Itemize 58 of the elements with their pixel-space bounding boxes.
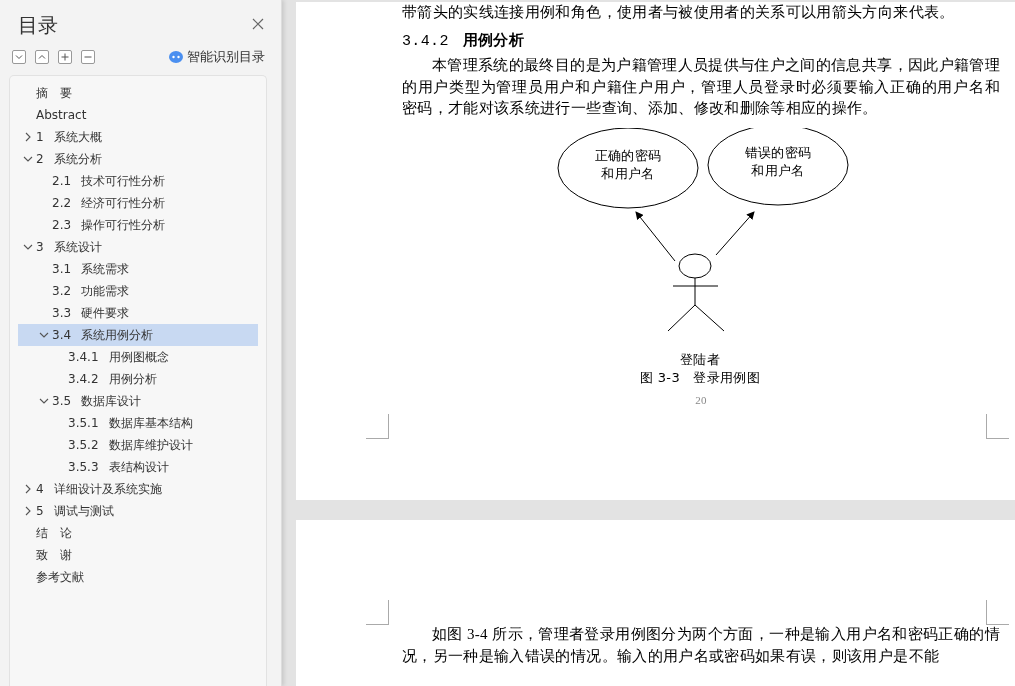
toc-item[interactable]: 3.5.1 数据库基本结构 [18,412,258,434]
toc-item[interactable]: 1 系统大概 [18,126,258,148]
toc-item[interactable]: 3.5.2 数据库维护设计 [18,434,258,456]
chevron-down-icon [39,330,49,340]
toc-item[interactable]: 2.1 技术可行性分析 [18,170,258,192]
toc-item[interactable]: 3.4.2 用例分析 [18,368,258,390]
section-number: 3.4.2 [402,32,449,50]
chevron-right-icon [23,132,33,142]
toc-item[interactable]: 3.1 系统需求 [18,258,258,280]
toc-item[interactable]: 2.3 操作可行性分析 [18,214,258,236]
toc-item[interactable]: Abstract [18,104,258,126]
crop-mark [366,600,389,625]
toc-item[interactable]: 结 论 [18,522,258,544]
cloud-icon [169,51,183,63]
toc-item[interactable]: 致 谢 [18,544,258,566]
page-number: 20 [694,392,708,408]
toc-item[interactable]: 5 调试与测试 [18,500,258,522]
toolbar-button[interactable] [81,50,95,64]
arrow [635,210,676,261]
chevron-right-icon [23,506,33,516]
plus-icon [59,51,71,63]
toc-item[interactable]: 2 系统分析 [18,148,258,170]
toc-item[interactable]: 3.3 硬件要求 [18,302,258,324]
toc-item[interactable]: 3.5.3 表结构设计 [18,456,258,478]
close-button[interactable] [251,18,265,32]
crop-mark [986,600,1009,625]
toc-item[interactable]: 3.5 数据库设计 [18,390,258,412]
chevron-down-icon [23,242,33,252]
chevron-down-icon [23,154,33,164]
section-heading: 用例分析 [462,30,525,49]
body-text: 如图 3-4 所示，管理者登录用例图分为两个方面，一种是输入用户名和密码正确的情况，另一种是输入错误的情况。输入的用户名或密码如果有误，则该用户是不能 [402,625,1000,666]
toc-item[interactable]: 3.4.1 用例图概念 [18,346,258,368]
toc-item[interactable]: 2.2 经济可行性分析 [18,192,258,214]
smart-toc-button[interactable]: 智能识别目录 [169,48,265,66]
body-text: 本管理系统的最终目的是为户籍管理人员提供与住户之间的信息共享，因此户籍管理的用户类型为管理员用户和户籍住户用户，管理人员登录时必须要输入正确的用户名和密码，才能对该系统进行一些查询、添加、修改和删除等相应的操作。 [402,56,1000,118]
use-case-label: 错误的密码 [744,144,812,160]
crop-mark [986,414,1009,439]
use-case-label: 和用户名 [751,162,805,178]
toolbar-button[interactable] [35,50,49,64]
toc-item[interactable]: 摘 要 [18,82,258,104]
crop-mark [366,414,389,439]
toc-item[interactable]: 4 详细设计及系统实施 [18,478,258,500]
figure-caption: 图 3-3 登录用例图 [639,369,761,385]
arrow [715,210,755,255]
toc-item[interactable]: 3.2 功能需求 [18,280,258,302]
toc-item[interactable]: 3 系统设计 [18,236,258,258]
toc-item[interactable]: 3.4 系统用例分析 [18,324,258,346]
panel-title: 目录 [18,11,58,39]
actor-label: 登陆者 [679,351,721,367]
body-text: 带箭头的实线连接用例和角色，使用者与被使用者的关系可以用箭头方向来代表。 [402,3,956,22]
close-icon [252,18,264,30]
toc-item[interactable]: 参考文献 [18,566,258,588]
use-case-label: 正确的密码 [594,147,662,163]
use-case-label: 和用户名 [601,165,655,181]
toolbar-button[interactable] [12,50,26,64]
chevron-down-icon [39,396,49,406]
chevron-right-icon [23,484,33,494]
toolbar-button[interactable] [58,50,72,64]
